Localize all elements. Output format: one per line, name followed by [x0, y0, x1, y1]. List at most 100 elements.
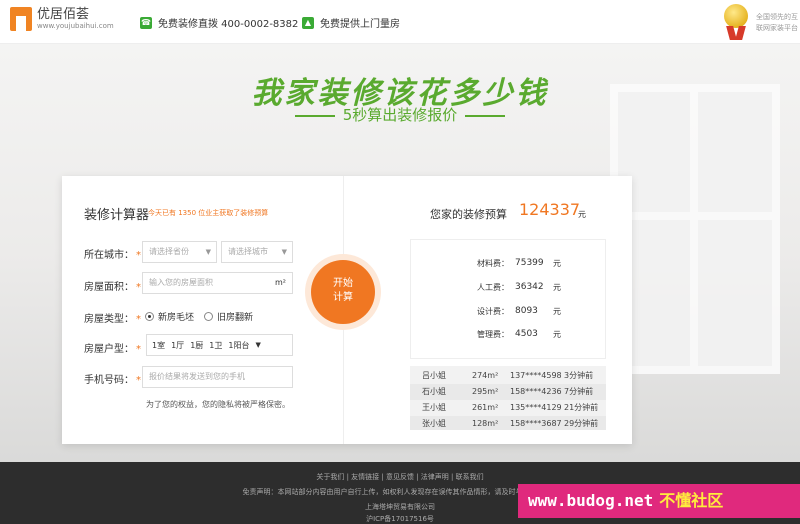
chevron-down-icon: ▼	[281, 248, 287, 256]
province-placeholder: 请选择省份	[149, 247, 189, 256]
radio-old-label: 旧房翻新	[217, 313, 254, 323]
area-placeholder: 输入您的房屋面积	[149, 278, 213, 287]
list-item: 张小姐 128m² 158****3687 29分钟前	[410, 416, 606, 430]
layout-kitchen[interactable]: 1厨	[190, 340, 203, 351]
watermark-badge: www.budog.net 不懂社区	[518, 484, 800, 518]
layout-label-text: 房屋户型：	[84, 344, 134, 355]
phone-placeholder: 报价结果将发送到您的手机	[149, 372, 245, 381]
quote-time: 29分钟前	[564, 419, 599, 428]
calculator-title: 装修计算器	[84, 208, 150, 223]
cost-value: 4503	[515, 329, 538, 339]
area-input[interactable]: 输入您的房屋面积 m²	[142, 272, 293, 294]
cost-unit: 元	[553, 330, 561, 339]
calculate-button-line1: 开始	[333, 278, 353, 289]
list-item: 吕小姐 274m² 137****4598 3分钟前	[410, 368, 606, 384]
house-logo-icon	[10, 7, 32, 31]
top-bar: 优居佰荟 www.youjubaihui.com ☎ 免费装修直拨 400-00…	[0, 0, 800, 44]
subline-text: 5秒算出装修报价	[342, 106, 458, 124]
radio-new-label: 新房毛坯	[158, 313, 195, 323]
quote-area: 128m²	[472, 419, 499, 428]
phone-label-text: 手机号码：	[84, 375, 134, 386]
calculator-tip: 今天已有 1350 位业主获取了装修预算	[148, 209, 269, 217]
radio-new-house[interactable]: 新房毛坯	[145, 310, 194, 323]
radio-old-house[interactable]: 旧房翻新	[204, 310, 253, 323]
logo-name: 优居佰荟	[37, 7, 90, 22]
cost-unit: 元	[553, 307, 561, 316]
layout-room[interactable]: 1室	[152, 340, 165, 351]
subline: 5秒算出装修报价	[0, 104, 800, 125]
cost-label: 人工费：	[477, 283, 509, 292]
hotline: ☎ 免费装修直拨 400-0002-8382	[140, 15, 298, 30]
cost-breakdown: 材料费： 75399 元 人工费： 36342 元 设计费： 8093 元 管理费： 4503…	[410, 239, 606, 359]
quote-phone: 158****3687	[510, 419, 562, 428]
calculator-card: 装修计算器 今天已有 1350 位业主获取了装修预算 所在城市： * 请选择省份 ▼…	[62, 176, 632, 444]
radio-checked-icon	[145, 312, 154, 321]
cost-unit: 元	[553, 259, 561, 268]
quote-name: 王小姐	[422, 403, 446, 412]
slogan-line2: 联网家装平台	[756, 24, 798, 32]
quote-phone: 158****4236	[510, 387, 562, 396]
city-label: 所在城市： *	[84, 250, 141, 261]
list-item: 王小姐 261m² 135****4129 21分钟前	[410, 400, 606, 416]
area-label: 房屋面积： *	[84, 282, 141, 293]
area-unit: m²	[275, 278, 286, 287]
cost-label: 设计费：	[477, 307, 509, 316]
quote-phone: 137****4598	[510, 371, 562, 380]
logo-url: www.youjubaihui.com	[37, 22, 114, 30]
budget-title: 您家的装修预算	[430, 208, 507, 221]
watermark-url: www.budog.net	[528, 491, 654, 510]
cost-value: 75399	[515, 258, 544, 268]
type-label-text: 房屋类型：	[84, 314, 134, 325]
quote-time: 3分钟前	[564, 371, 594, 380]
layout-select[interactable]: 1室 1厅 1厨 1卫 1阳台 ▼	[146, 334, 293, 356]
city-select[interactable]: 请选择城市 ▼	[221, 241, 293, 263]
calculate-button[interactable]: 开始 计算	[311, 260, 375, 324]
quote-name: 张小姐	[422, 419, 446, 428]
chevron-down-icon: ▼	[255, 341, 261, 349]
medal-icon	[722, 4, 750, 40]
city-placeholder: 请选择城市	[228, 247, 268, 256]
phone-label: 手机号码： *	[84, 375, 141, 386]
free-measure: ▲ 免费提供上门量房	[302, 15, 400, 30]
window-background	[610, 84, 780, 374]
province-select[interactable]: 请选择省份 ▼	[142, 241, 217, 263]
watermark-cn: 不懂社区	[659, 491, 724, 510]
phone-input[interactable]: 报价结果将发送到您的手机	[142, 366, 293, 388]
cost-label: 材料费：	[477, 259, 509, 268]
person-icon: ▲	[302, 16, 314, 29]
list-item: 石小姐 295m² 158****4236 7分钟前	[410, 384, 606, 400]
cost-value: 8093	[515, 306, 538, 316]
quote-area: 274m²	[472, 371, 499, 380]
type-label: 房屋类型： *	[84, 314, 141, 325]
hotline-text: 免费装修直拨 400-0002-8382	[158, 19, 299, 30]
free-measure-text: 免费提供上门量房	[320, 19, 400, 30]
area-label-text: 房屋面积：	[84, 282, 134, 293]
recent-quotes-list: 吕小姐 274m² 137****4598 3分钟前 石小姐 295m² 158****4…	[410, 366, 606, 430]
quote-area: 261m²	[472, 403, 499, 412]
layout-label: 房屋户型： *	[84, 344, 141, 355]
city-label-text: 所在城市：	[84, 250, 134, 261]
layout-balcony[interactable]: 1阳台	[228, 340, 249, 351]
quote-phone: 135****4129	[510, 403, 562, 412]
footer-links[interactable]: 关于我们 | 友情链接 | 意见反馈 | 法律声明 | 联系我们	[0, 472, 800, 482]
chevron-down-icon: ▼	[205, 248, 211, 256]
hero-section: 我家装修该花多少钱 5秒算出装修报价 装修计算器 今天已有 1350 位业主获取…	[0, 44, 800, 462]
quote-area: 295m²	[472, 387, 499, 396]
budget-unit: 元	[578, 210, 586, 219]
cost-label: 管理费：	[477, 330, 509, 339]
quote-name: 石小姐	[422, 387, 446, 396]
slogan-line1: 全国领先的互	[756, 13, 798, 21]
cost-value: 36342	[515, 282, 544, 292]
quote-time: 21分钟前	[564, 403, 599, 412]
privacy-note: 为了您的权益，您的隐私将被严格保密。	[146, 400, 290, 409]
budget-total: 124337	[519, 200, 581, 219]
slogan: 全国领先的互 联网家装平台	[756, 12, 798, 34]
quote-name: 吕小姐	[422, 371, 446, 380]
layout-hall[interactable]: 1厅	[171, 340, 184, 351]
layout-bath[interactable]: 1卫	[209, 340, 222, 351]
radio-unchecked-icon	[204, 312, 213, 321]
site-logo[interactable]: 优居佰荟 www.youjubaihui.com	[10, 7, 114, 31]
cost-unit: 元	[553, 283, 561, 292]
phone-icon: ☎	[140, 16, 152, 29]
calculate-button-line2: 计算	[333, 292, 353, 303]
